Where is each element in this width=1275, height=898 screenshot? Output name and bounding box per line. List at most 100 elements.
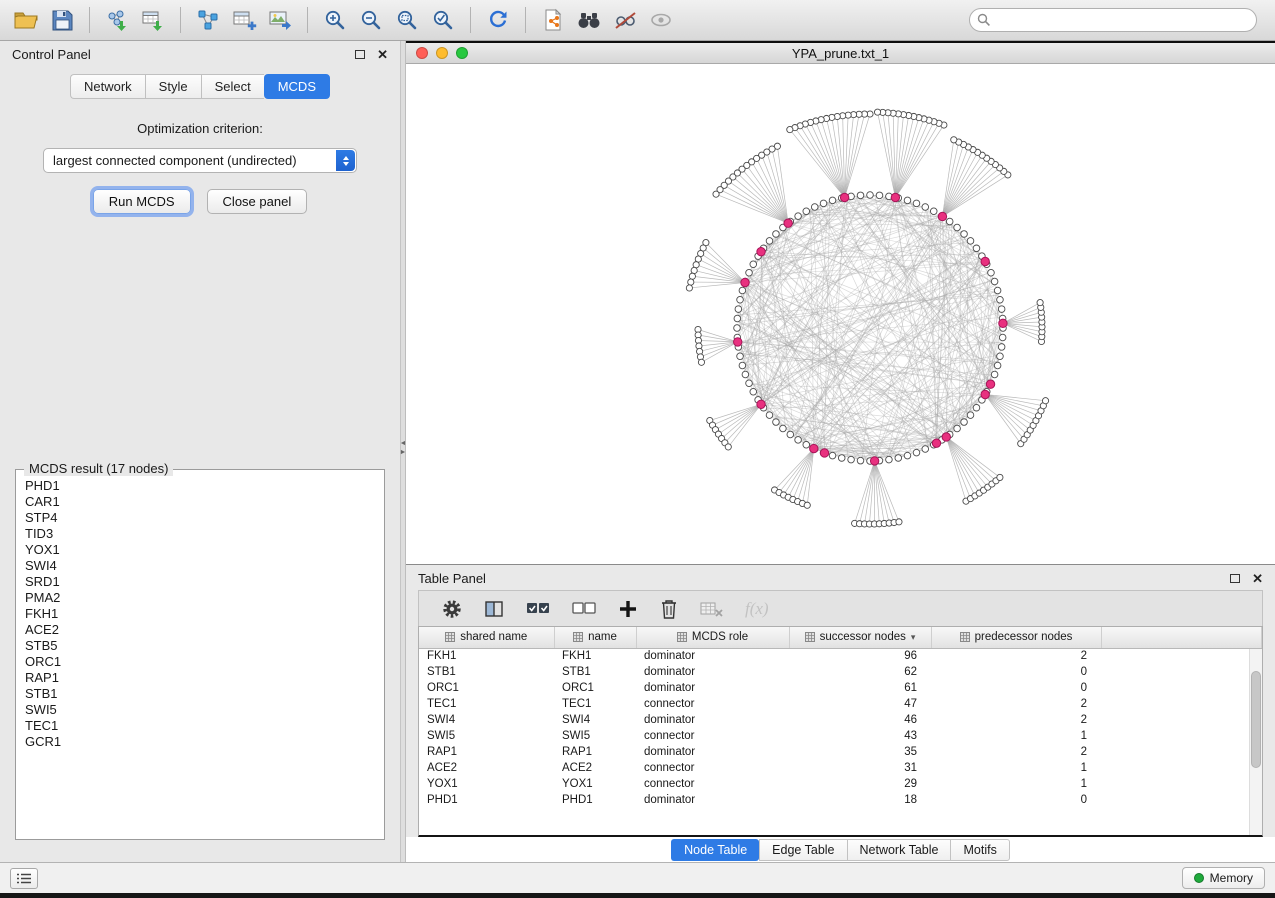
table-cell: STB1 <box>554 664 636 680</box>
close-table-panel-icon[interactable]: ✕ <box>1252 574 1263 584</box>
column-type-icon <box>677 632 687 642</box>
table-cell: 2 <box>931 712 1101 728</box>
mcds-result-item[interactable]: STB5 <box>20 638 380 654</box>
table-cell: 31 <box>789 760 931 776</box>
table-cell: TEC1 <box>419 696 554 712</box>
search-network-button[interactable] <box>571 4 607 36</box>
window-maximize-icon[interactable] <box>456 47 468 59</box>
table-cell: 0 <box>931 680 1101 696</box>
table-cell: SWI5 <box>554 728 636 744</box>
window-close-icon[interactable] <box>416 47 428 59</box>
tab-network-table[interactable]: Network Table <box>847 839 951 861</box>
table-cell: dominator <box>636 792 789 808</box>
column-header-predecessor-nodes[interactable]: predecessor nodes <box>931 627 1101 648</box>
network-canvas[interactable] <box>406 64 1275 564</box>
mcds-result-item[interactable]: ACE2 <box>20 622 380 638</box>
tab-mcds[interactable]: MCDS <box>264 74 330 99</box>
show-details-button[interactable] <box>643 4 679 36</box>
delete-column-button[interactable] <box>659 598 679 620</box>
open-session-button[interactable] <box>8 4 44 36</box>
mcds-result-item[interactable]: RAP1 <box>20 670 380 686</box>
add-column-button[interactable] <box>617 598 639 620</box>
scrollbar-thumb[interactable] <box>1251 671 1261 768</box>
table-cell: ORC1 <box>419 680 554 696</box>
close-panel-icon[interactable]: ✕ <box>377 50 388 60</box>
search-input[interactable] <box>969 8 1257 32</box>
float-panel-icon[interactable] <box>355 50 365 59</box>
mcds-result-item[interactable]: PMA2 <box>20 590 380 606</box>
tab-network[interactable]: Network <box>70 74 145 99</box>
delete-table-button[interactable] <box>699 598 725 620</box>
window-minimize-icon[interactable] <box>436 47 448 59</box>
table-cell: dominator <box>636 664 789 680</box>
import-network-file-button[interactable] <box>99 4 135 36</box>
mcds-result-item[interactable]: GCR1 <box>20 734 380 750</box>
export-image-button[interactable] <box>262 4 298 36</box>
column-header-mcds-role[interactable]: MCDS role <box>636 627 789 648</box>
table-row[interactable]: PHD1PHD1dominator180 <box>419 792 1262 808</box>
mcds-result-item[interactable]: YOX1 <box>20 542 380 558</box>
zoom-fit-button[interactable] <box>389 4 425 36</box>
table-row[interactable]: ORC1ORC1dominator610 <box>419 680 1262 696</box>
zoom-in-button[interactable] <box>317 4 353 36</box>
mcds-result-list: PHD1CAR1STP4TID3YOX1SWI4SRD1PMA2FKH1ACE2… <box>20 478 380 835</box>
splitter-handle-icon[interactable]: ◄► <box>401 441 405 456</box>
run-mcds-button[interactable]: Run MCDS <box>93 189 191 214</box>
table-row[interactable]: SWI4SWI4dominator462 <box>419 712 1262 728</box>
mcds-result-item[interactable]: PHD1 <box>20 478 380 494</box>
table-cell: 35 <box>789 744 931 760</box>
column-header-successor-nodes[interactable]: successor nodes ▾ <box>789 627 931 648</box>
tab-edge-table[interactable]: Edge Table <box>759 839 846 861</box>
import-table-file-button[interactable] <box>135 4 171 36</box>
mcds-result-item[interactable]: TID3 <box>20 526 380 542</box>
network-graph[interactable] <box>406 64 1274 565</box>
mcds-result-item[interactable]: ORC1 <box>20 654 380 670</box>
tab-node-table[interactable]: Node Table <box>671 839 759 861</box>
mcds-result-item[interactable]: SWI5 <box>20 702 380 718</box>
column-header-shared-name[interactable]: shared name <box>419 627 554 648</box>
select-all-button[interactable] <box>525 598 551 620</box>
refresh-layout-button[interactable] <box>480 4 516 36</box>
new-table-button[interactable] <box>226 4 262 36</box>
table-panel: Table Panel ✕ <box>406 565 1275 862</box>
zoom-out-button[interactable] <box>353 4 389 36</box>
save-session-button[interactable] <box>44 4 80 36</box>
mcds-result-item[interactable]: STP4 <box>20 510 380 526</box>
table-scrollbar[interactable] <box>1249 649 1262 835</box>
table-row[interactable]: FKH1FKH1dominator962 <box>419 648 1262 664</box>
tab-select[interactable]: Select <box>201 74 264 99</box>
table-row[interactable]: STB1STB1dominator620 <box>419 664 1262 680</box>
table-row[interactable]: RAP1RAP1dominator352 <box>419 744 1262 760</box>
mcds-result-item[interactable]: SWI4 <box>20 558 380 574</box>
share-document-button[interactable] <box>535 4 571 36</box>
column-type-icon <box>445 632 455 642</box>
table-row[interactable]: YOX1YOX1connector291 <box>419 776 1262 792</box>
mcds-result-item[interactable]: CAR1 <box>20 494 380 510</box>
eye-icon <box>648 8 674 32</box>
new-network-button[interactable] <box>190 4 226 36</box>
mcds-result-item[interactable]: FKH1 <box>20 606 380 622</box>
close-panel-button[interactable]: Close panel <box>207 189 308 214</box>
memory-button[interactable]: Memory <box>1182 867 1265 889</box>
table-row[interactable]: ACE2ACE2connector311 <box>419 760 1262 776</box>
mcds-result-item[interactable]: STB1 <box>20 686 380 702</box>
table-settings-button[interactable] <box>441 598 463 620</box>
mcds-result-item[interactable]: TEC1 <box>20 718 380 734</box>
deselect-all-button[interactable] <box>571 598 597 620</box>
task-history-button[interactable] <box>10 868 38 889</box>
table-row[interactable]: TEC1TEC1connector472 <box>419 696 1262 712</box>
column-chooser-button[interactable] <box>483 598 505 620</box>
table-cell: FKH1 <box>419 648 554 664</box>
column-header-name[interactable]: name <box>554 627 636 648</box>
tab-motifs[interactable]: Motifs <box>950 839 1009 861</box>
cytoscape-window: Control Panel ✕ Network Style Select MCD… <box>0 0 1275 893</box>
function-builder-button[interactable]: f(x) <box>745 599 769 619</box>
table-row[interactable]: SWI5SWI5connector431 <box>419 728 1262 744</box>
criterion-select[interactable]: largest connected component (undirected) <box>43 148 357 173</box>
float-table-panel-icon[interactable] <box>1230 574 1240 583</box>
tab-style[interactable]: Style <box>145 74 201 99</box>
hide-details-button[interactable] <box>607 4 643 36</box>
zoom-selected-button[interactable] <box>425 4 461 36</box>
mcds-result-item[interactable]: SRD1 <box>20 574 380 590</box>
table-cell: 1 <box>931 760 1101 776</box>
